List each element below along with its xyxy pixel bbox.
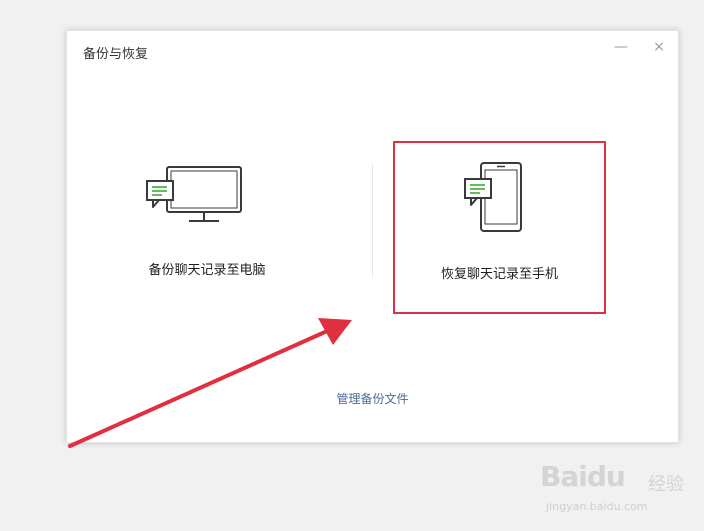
baidu-jingyan-watermark: Baidu 经验 jingyan.baidu.com [540,460,690,522]
jingyan-text: 经验 [648,474,684,495]
red-annotation-arrow [68,318,352,448]
baidu-logo: Baidu [540,460,626,493]
watermark-domain: jingyan.baidu.com [546,500,648,513]
